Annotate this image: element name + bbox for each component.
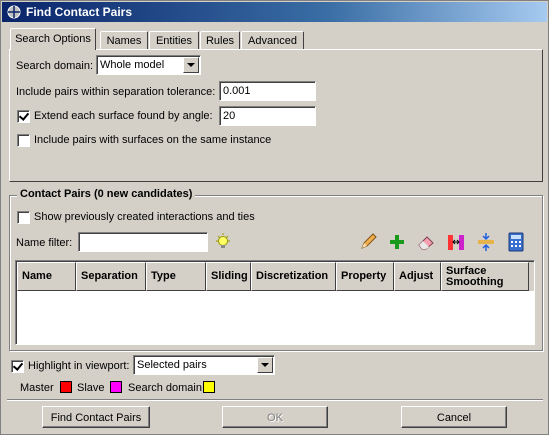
- highlight-bulb-icon[interactable]: [213, 232, 233, 252]
- edit-pencil-icon[interactable]: [358, 232, 378, 252]
- show-previous-label: Show previously created interactions and…: [34, 211, 255, 223]
- tab-search-options[interactable]: Search Options: [10, 28, 96, 50]
- tab-label: Entities: [155, 35, 193, 47]
- cancel-button[interactable]: Cancel: [401, 406, 507, 428]
- column-header-name[interactable]: Name: [17, 262, 76, 291]
- chevron-down-icon[interactable]: [183, 57, 199, 73]
- tab-rules[interactable]: Rules: [200, 31, 240, 50]
- title-bar[interactable]: Find Contact Pairs: [2, 2, 547, 22]
- legend-search-domain-label: Search domain: [128, 382, 202, 394]
- tab-label: Search Options: [15, 33, 91, 45]
- divider: [7, 399, 543, 401]
- column-header-adjust[interactable]: Adjust: [394, 262, 441, 291]
- highlight-select-value: Selected pairs: [137, 359, 207, 371]
- column-header-sliding[interactable]: Sliding: [206, 262, 251, 291]
- table-header: Name Separation Type Sliding Discretizat…: [17, 262, 534, 291]
- eraser-icon[interactable]: [416, 232, 436, 252]
- search-domain-label: Search domain:: [16, 60, 94, 72]
- contact-pairs-table[interactable]: Name Separation Type Sliding Discretizat…: [15, 260, 535, 345]
- legend-search-domain-swatch: [203, 381, 215, 393]
- column-header-separation[interactable]: Separation: [76, 262, 146, 291]
- find-contact-pairs-button[interactable]: Find Contact Pairs: [42, 406, 150, 428]
- window-title: Find Contact Pairs: [26, 5, 133, 19]
- tolerance-input[interactable]: 0.001: [219, 81, 316, 101]
- highlight-checkbox[interactable]: [11, 360, 24, 373]
- extend-angle-checkbox[interactable]: [17, 110, 30, 123]
- tab-label: Advanced: [248, 35, 297, 47]
- switch-master-slave-icon[interactable]: [446, 232, 466, 252]
- tab-advanced[interactable]: Advanced: [241, 31, 304, 50]
- tab-label: Rules: [205, 35, 235, 47]
- legend-slave-label: Slave: [77, 382, 105, 394]
- ok-button[interactable]: OK: [222, 406, 328, 428]
- extend-angle-label: Extend each surface found by angle:: [34, 110, 213, 122]
- highlight-label: Highlight in viewport:: [28, 360, 130, 372]
- legend-slave-swatch: [110, 381, 122, 393]
- name-filter-input[interactable]: [78, 232, 208, 252]
- highlight-select[interactable]: Selected pairs: [133, 355, 275, 375]
- same-instance-checkbox[interactable]: [17, 134, 30, 147]
- tab-names[interactable]: Names: [100, 31, 148, 50]
- show-previous-checkbox[interactable]: [17, 211, 30, 224]
- column-header-type[interactable]: Type: [146, 262, 206, 291]
- same-instance-label: Include pairs with surfaces on the same …: [34, 134, 272, 146]
- legend-master-swatch: [60, 381, 72, 393]
- adjust-icon[interactable]: [476, 232, 496, 252]
- extend-angle-input[interactable]: 20: [219, 106, 316, 126]
- calculator-icon[interactable]: [506, 232, 526, 252]
- tab-label: Names: [106, 35, 142, 47]
- app-icon: [7, 5, 21, 19]
- column-header-property[interactable]: Property: [336, 262, 394, 291]
- chevron-down-icon[interactable]: [257, 357, 273, 373]
- search-domain-select[interactable]: Whole model: [96, 55, 201, 75]
- legend-master-label: Master: [20, 382, 54, 394]
- name-filter-label: Name filter:: [16, 237, 73, 249]
- find-contact-pairs-dialog: Find Contact Pairs Search Options Names …: [0, 0, 549, 435]
- column-header-discretization[interactable]: Discretization: [251, 262, 336, 291]
- search-domain-value: Whole model: [100, 59, 165, 71]
- contact-pairs-title: Contact Pairs (0 new candidates): [17, 188, 196, 200]
- add-icon[interactable]: [387, 232, 407, 252]
- tolerance-label: Include pairs within separation toleranc…: [16, 86, 216, 98]
- tab-entities[interactable]: Entities: [149, 31, 199, 50]
- column-header-surface-smoothing[interactable]: Surface Smoothing: [441, 262, 529, 291]
